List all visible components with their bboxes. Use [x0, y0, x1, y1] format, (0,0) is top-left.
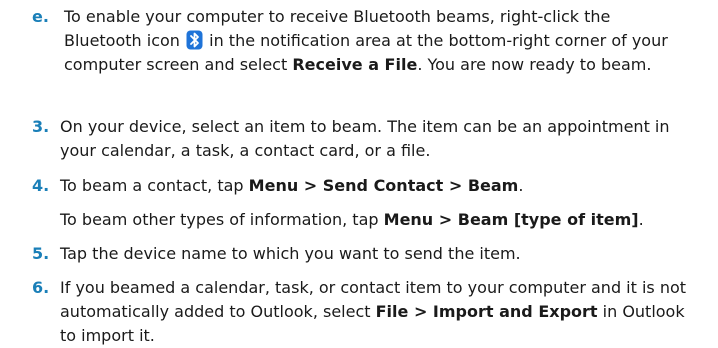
send-contact-path: Menu > Send Contact > Beam — [248, 176, 519, 195]
manual-page: e. To enable your computer to receive Bl… — [0, 0, 718, 345]
step-4-note-text: To beam other types of information, tap … — [60, 208, 690, 232]
step-3-text: On your device, select an item to beam. … — [60, 117, 670, 160]
step-4-text-2: . — [518, 176, 524, 195]
step-5: 5. Tap the device name to which you want… — [32, 242, 692, 266]
step-4-text: To beam a contact, tap Menu > Send Conta… — [32, 174, 692, 198]
bluetooth-icon — [186, 30, 203, 50]
step-3-marker: 3. — [32, 117, 50, 136]
step-e-text: To enable your computer to receive Bluet… — [32, 5, 682, 77]
receive-a-file-label: Receive a File — [292, 55, 418, 74]
beam-type-path: Menu > Beam [type of item] — [383, 210, 639, 229]
step-4-marker: 4. — [32, 176, 50, 195]
step-4-text-3: To beam other types of information, tap — [60, 210, 379, 229]
step-e: e. To enable your computer to receive Bl… — [32, 5, 682, 77]
step-6: 6. If you beamed a calendar, task, or co… — [32, 276, 692, 348]
step-e-marker: e. — [32, 7, 49, 26]
step-5-marker: 5. — [32, 244, 50, 263]
step-4-text-1: To beam a contact, tap — [60, 176, 244, 195]
step-6-marker: 6. — [32, 278, 50, 297]
step-4: 4. To beam a contact, tap Menu > Send Co… — [32, 174, 692, 198]
step-e-text-3: . You are now ready to beam. — [417, 55, 652, 74]
step-4-text-4: . — [638, 210, 644, 229]
step-6-text: If you beamed a calendar, task, or conta… — [32, 276, 692, 348]
step-3: 3. On your device, select an item to bea… — [32, 115, 692, 163]
step-4-note: To beam other types of information, tap … — [60, 208, 690, 232]
import-export-path: File > Import and Export — [375, 302, 598, 321]
step-5-text: Tap the device name to which you want to… — [60, 244, 521, 263]
